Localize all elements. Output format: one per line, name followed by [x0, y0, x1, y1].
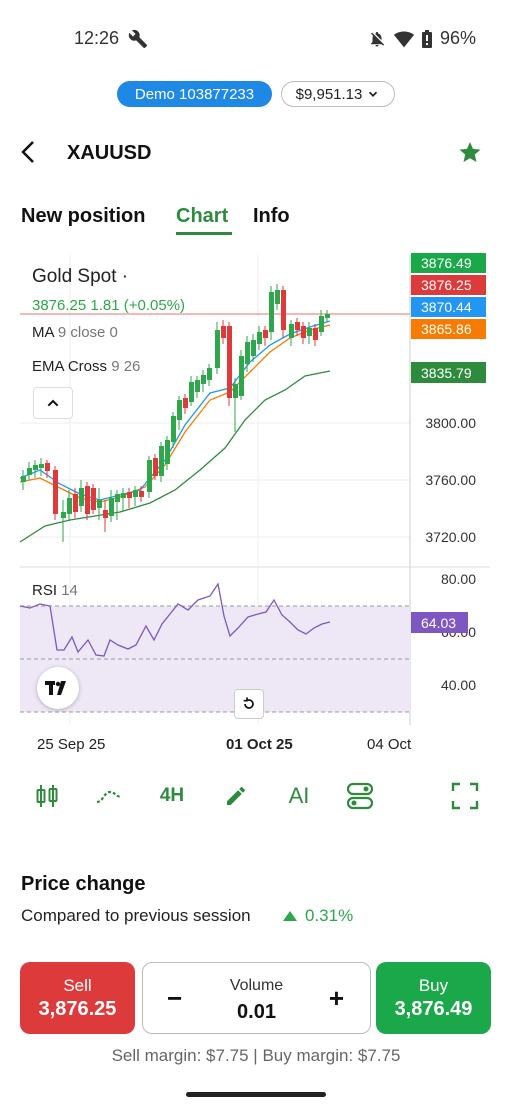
tradingview-icon — [45, 681, 66, 695]
rsi-value-tag: 64.03 — [411, 612, 468, 633]
wifi-icon — [393, 31, 414, 47]
chevron-down-icon — [369, 91, 378, 97]
chart-price-line: 3876.25 1.81 (+0.05%) — [32, 297, 186, 314]
buy-label: Buy — [418, 975, 449, 995]
pencil-icon — [227, 787, 245, 805]
ma-name: MA — [32, 324, 54, 341]
toggle-icon — [346, 782, 374, 810]
rsi-axis-label: 40.00 — [440, 677, 476, 693]
tab-chart[interactable]: Chart — [176, 205, 228, 228]
ma-params: 9 close 0 — [57, 324, 118, 341]
chart-type-button[interactable] — [32, 781, 62, 811]
home-gesture-bar[interactable] — [186, 1092, 326, 1097]
ema-params: 9 26 — [111, 358, 141, 375]
volume-stepper[interactable]: − Volume 0.01 + — [142, 962, 371, 1034]
y-axis-label: 3720.00 — [425, 529, 476, 545]
tab-new-position[interactable]: New position — [21, 205, 145, 228]
reset-chart-button[interactable] — [234, 689, 264, 719]
collapse-indicators-button[interactable] — [33, 387, 73, 419]
x-axis-label-current: 01 Oct 25 — [226, 736, 293, 753]
sell-label: Sell — [63, 975, 92, 995]
reset-icon — [243, 697, 254, 709]
ai-button[interactable]: AI — [284, 781, 314, 811]
x-axis-label: 04 Oct — [367, 736, 412, 753]
candlestick-icon — [36, 785, 58, 807]
rsi-param: 14 — [61, 582, 78, 599]
fullscreen-icon — [451, 782, 479, 810]
x-axis-label: 25 Sep 25 — [37, 736, 106, 753]
chevron-up-icon — [47, 399, 59, 407]
buy-button[interactable]: Buy 3,876.49 — [376, 962, 491, 1034]
ema-slow-price-tag: 3835.79 — [411, 362, 486, 383]
ma-indicator-label[interactable]: MA 9 close 0 — [32, 324, 118, 341]
margin-info: Sell margin: $7.75 | Buy margin: $7.75 — [111, 1046, 401, 1065]
triangle-up-icon — [283, 911, 297, 921]
rsi-name: RSI — [32, 582, 58, 599]
tradingview-logo[interactable] — [37, 667, 79, 709]
indicators-button[interactable] — [93, 781, 125, 811]
status-time: 12:26 — [74, 28, 120, 48]
y-axis-label: 3800.00 — [425, 415, 476, 431]
balance-value: $9,951.13 — [295, 85, 363, 103]
price-change-percent: 0.31% — [305, 906, 354, 925]
bid-price-tag: 3876.25 — [411, 275, 486, 295]
indicators-icon — [96, 790, 122, 804]
price-change-value: 0.31% — [283, 906, 353, 926]
settings-toggle-button[interactable] — [345, 781, 375, 811]
fullscreen-button[interactable] — [450, 781, 480, 811]
tab-info[interactable]: Info — [253, 205, 290, 228]
timeframe-button[interactable]: 4H — [155, 781, 189, 811]
balance-dropdown[interactable]: $9,951.13 — [281, 81, 395, 107]
rsi-axis-label: 80.00 — [440, 571, 476, 587]
price-change-subtitle: Compared to previous session — [21, 906, 251, 925]
chart-symbol-title: Gold Spot · — [32, 266, 129, 287]
volume-increase-button[interactable]: + — [329, 983, 344, 1014]
ma-price-tag: 3870.44 — [411, 297, 486, 317]
ask-price-tag: 3876.49 — [411, 253, 486, 273]
price-change-title: Price change — [21, 873, 146, 895]
rsi-indicator-label[interactable]: RSI 14 — [32, 582, 78, 599]
notifications-off-icon — [370, 31, 385, 46]
battery-percent: 96% — [439, 28, 476, 48]
drawing-tools-button[interactable] — [222, 781, 250, 811]
ema-fast-price-tag: 3865.86 — [411, 319, 486, 339]
back-arrow-icon[interactable] — [18, 139, 40, 165]
sell-button[interactable]: Sell 3,876.25 — [20, 962, 135, 1034]
battery-icon — [421, 29, 432, 48]
status-icons: 96% — [368, 28, 476, 49]
ema-indicator-label[interactable]: EMA Cross 9 26 — [32, 358, 140, 375]
wrench-icon — [128, 29, 148, 49]
demo-account-pill[interactable]: Demo 103877233 — [117, 81, 272, 107]
symbol-title: XAUUSD — [67, 142, 152, 164]
active-tab-indicator — [176, 232, 232, 235]
favorite-star-icon[interactable] — [458, 140, 482, 164]
buy-price: 3,876.49 — [394, 997, 473, 1020]
sell-price: 3,876.25 — [38, 997, 117, 1020]
y-axis-label: 3760.00 — [425, 472, 476, 488]
ema-name: EMA Cross — [32, 358, 108, 375]
